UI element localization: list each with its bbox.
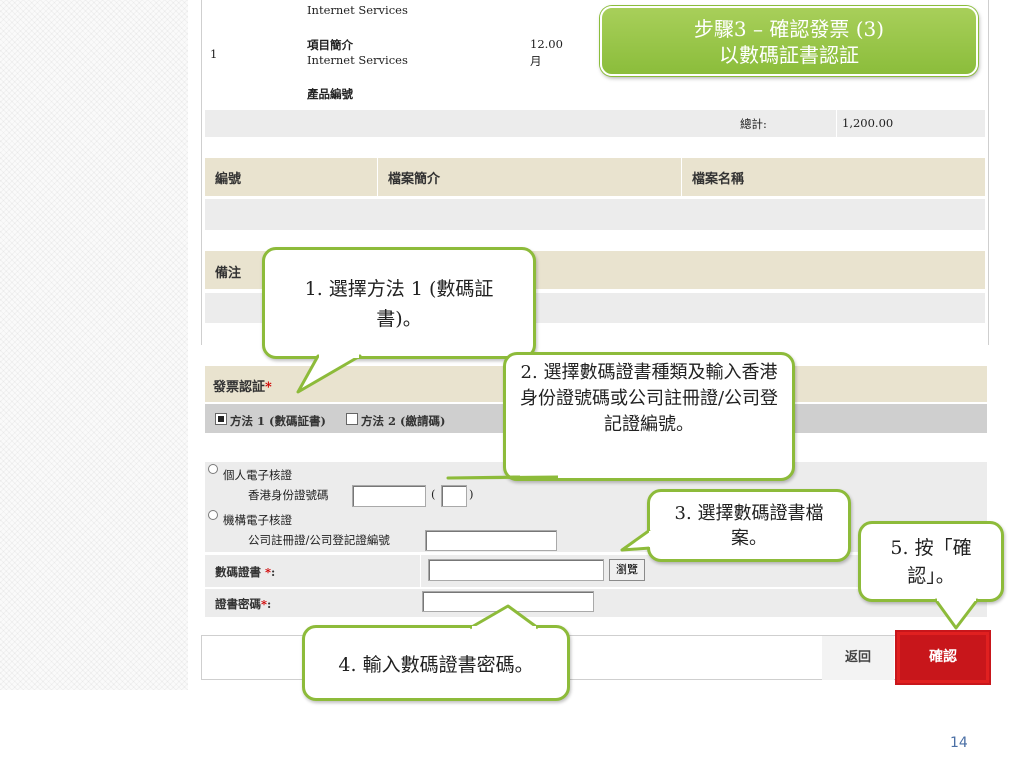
slide-number: 14 — [950, 735, 968, 751]
callout5-tail — [933, 597, 980, 630]
